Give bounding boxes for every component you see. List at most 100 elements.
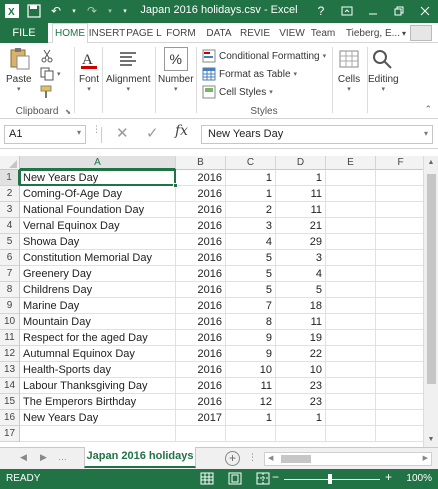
scroll-down-icon[interactable]: ▼ <box>424 433 438 447</box>
avatar[interactable] <box>410 25 432 41</box>
cell-c5[interactable]: 4 <box>226 234 276 250</box>
cell-f11[interactable] <box>376 330 423 346</box>
row-header[interactable]: 6 <box>0 250 20 266</box>
row-header[interactable]: 4 <box>0 218 20 234</box>
cell-f4[interactable] <box>376 218 423 234</box>
copy-button[interactable]: ▾ <box>40 65 61 83</box>
cell-a8[interactable]: Childrens Day <box>20 282 176 298</box>
undo-icon[interactable]: ↶ <box>48 3 64 19</box>
cell-a9[interactable]: Marine Day <box>20 298 176 314</box>
cell-a4[interactable]: Vernal Equinox Day <box>20 218 176 234</box>
row-header[interactable]: 1 <box>0 170 20 186</box>
cell-b1[interactable]: 2016 <box>176 170 226 186</box>
cell-b5[interactable]: 2016 <box>176 234 226 250</box>
zoom-slider[interactable]: − + <box>272 470 392 486</box>
tab-team[interactable]: Team <box>307 23 339 43</box>
scroll-left-icon[interactable]: ◀ <box>268 454 273 462</box>
vertical-scroll-thumb[interactable] <box>427 174 436 384</box>
cell-a6[interactable]: Constitution Memorial Day <box>20 250 176 266</box>
cell-d8[interactable]: 5 <box>276 282 326 298</box>
save-icon[interactable] <box>26 3 42 19</box>
cell-d14[interactable]: 23 <box>276 378 326 394</box>
cell-d13[interactable]: 10 <box>276 362 326 378</box>
cell-d3[interactable]: 11 <box>276 202 326 218</box>
row-header[interactable]: 12 <box>0 346 20 362</box>
cell-c4[interactable]: 3 <box>226 218 276 234</box>
restore-icon[interactable] <box>386 0 412 22</box>
minimize-icon[interactable] <box>360 0 386 22</box>
cell-b2[interactable]: 2016 <box>176 186 226 202</box>
cancel-icon[interactable]: ✕ <box>116 124 129 142</box>
cell-e4[interactable] <box>326 218 376 234</box>
row-header[interactable]: 8 <box>0 282 20 298</box>
cell-e7[interactable] <box>326 266 376 282</box>
row-header[interactable]: 3 <box>0 202 20 218</box>
cell-c15[interactable]: 12 <box>226 394 276 410</box>
row-header[interactable]: 16 <box>0 410 20 426</box>
column-header-e[interactable]: E <box>326 156 376 170</box>
sheet-next-icon[interactable]: ▶ <box>40 452 47 463</box>
cell-f7[interactable] <box>376 266 423 282</box>
expand-formula-bar-icon[interactable]: ▾ <box>424 129 428 138</box>
conditional-formatting-button[interactable]: Conditional Formatting ▾ <box>202 47 326 65</box>
cell-d10[interactable]: 11 <box>276 314 326 330</box>
worksheet-grid[interactable]: ABCDEF 1 New Years Day 2016 1 1 2 Coming-Of-Ag… <box>0 156 423 447</box>
row-header[interactable]: 11 <box>0 330 20 346</box>
cell-c1[interactable]: 1 <box>226 170 276 186</box>
cell-a1[interactable]: New Years Day <box>20 170 176 186</box>
cell-b4[interactable]: 2016 <box>176 218 226 234</box>
tab-review[interactable]: REVIE <box>237 23 273 43</box>
redo-dropdown-icon[interactable]: ▾ <box>106 3 114 19</box>
cell-d9[interactable]: 18 <box>276 298 326 314</box>
cell-f5[interactable] <box>376 234 423 250</box>
cut-button[interactable] <box>40 47 54 65</box>
cell-c6[interactable]: 5 <box>226 250 276 266</box>
cell-c8[interactable]: 5 <box>226 282 276 298</box>
cell-b13[interactable]: 2016 <box>176 362 226 378</box>
horizontal-scroll-thumb[interactable] <box>281 455 311 463</box>
cell-c13[interactable]: 10 <box>226 362 276 378</box>
cell-f13[interactable] <box>376 362 423 378</box>
cell-a16[interactable]: New Years Day <box>20 410 176 426</box>
cell-styles-button[interactable]: Cell Styles ▾ <box>202 83 273 101</box>
cell-b12[interactable]: 2016 <box>176 346 226 362</box>
cell-d1[interactable]: 1 <box>276 170 326 186</box>
sheet-tab[interactable]: Japan 2016 holidays <box>84 447 196 468</box>
cell-b11[interactable]: 2016 <box>176 330 226 346</box>
name-box-dropdown-icon[interactable]: ▾ <box>77 128 81 137</box>
cell-a12[interactable]: Autumnal Equinox Day <box>20 346 176 362</box>
scroll-right-icon[interactable]: ▶ <box>423 454 428 462</box>
row-header[interactable]: 10 <box>0 314 20 330</box>
cell-e17[interactable] <box>326 426 376 442</box>
paste-button[interactable]: Paste ▾ <box>6 47 32 93</box>
cell-e10[interactable] <box>326 314 376 330</box>
number-button[interactable]: % Number ▾ <box>158 47 194 93</box>
cell-a15[interactable]: The Emperors Birthday <box>20 394 176 410</box>
cell-e5[interactable] <box>326 234 376 250</box>
cell-f3[interactable] <box>376 202 423 218</box>
cell-b16[interactable]: 2017 <box>176 410 226 426</box>
cell-b15[interactable]: 2016 <box>176 394 226 410</box>
horizontal-scrollbar[interactable]: ◀ ▶ <box>264 452 432 466</box>
column-header-c[interactable]: C <box>226 156 276 170</box>
cell-f1[interactable] <box>376 170 423 186</box>
row-header[interactable]: 14 <box>0 378 20 394</box>
format-as-table-button[interactable]: Format as Table ▾ <box>202 65 297 83</box>
cell-a5[interactable]: Showa Day <box>20 234 176 250</box>
cell-d15[interactable]: 23 <box>276 394 326 410</box>
cell-f14[interactable] <box>376 378 423 394</box>
cell-a3[interactable]: National Foundation Day <box>20 202 176 218</box>
cell-f12[interactable] <box>376 346 423 362</box>
cell-b17[interactable] <box>176 426 226 442</box>
cell-e12[interactable] <box>326 346 376 362</box>
sheet-prev-icon[interactable]: ◀ <box>20 452 27 463</box>
row-header[interactable]: 2 <box>0 186 20 202</box>
clipboard-launcher-icon[interactable]: ⬊ <box>65 108 71 116</box>
cell-d16[interactable]: 1 <box>276 410 326 426</box>
cell-e13[interactable] <box>326 362 376 378</box>
cell-d11[interactable]: 19 <box>276 330 326 346</box>
alignment-button[interactable]: Alignment ▾ <box>106 47 150 93</box>
cell-b7[interactable]: 2016 <box>176 266 226 282</box>
cell-c10[interactable]: 8 <box>226 314 276 330</box>
cell-e9[interactable] <box>326 298 376 314</box>
